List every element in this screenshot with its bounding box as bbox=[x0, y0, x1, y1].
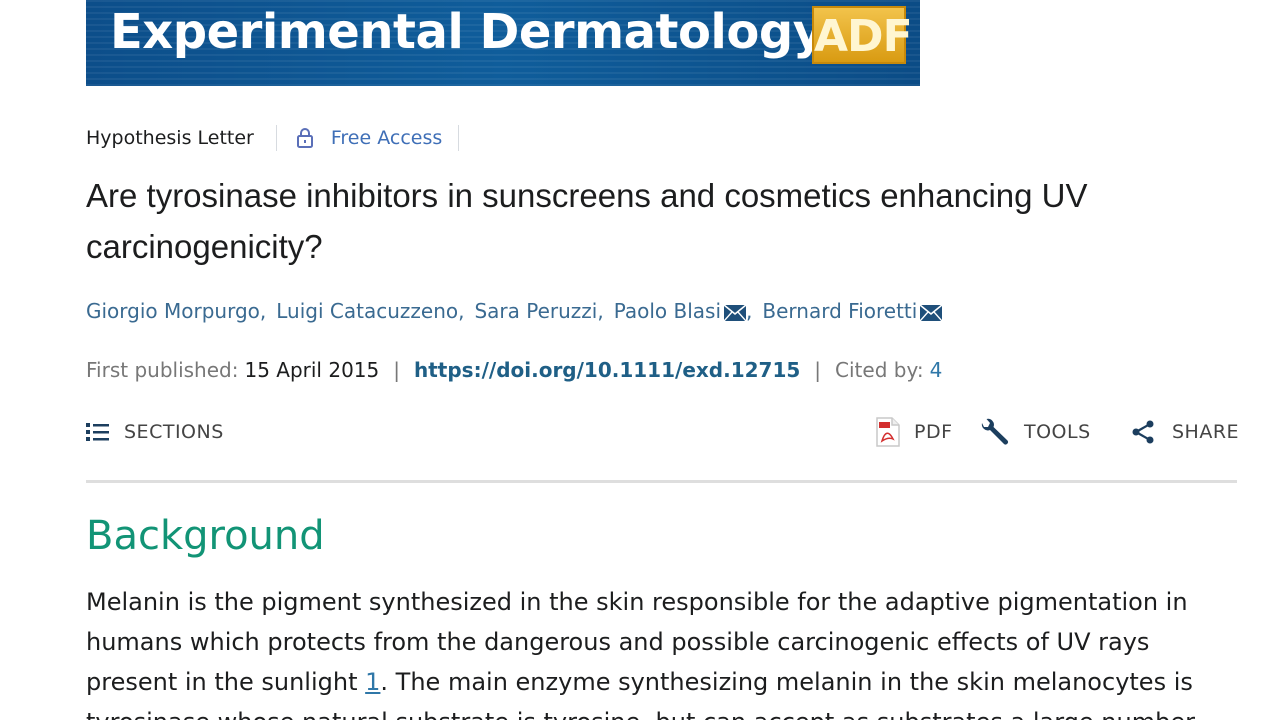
journal-banner[interactable]: Experimental Dermatology ADF bbox=[86, 0, 920, 86]
journal-name: Experimental Dermatology bbox=[110, 4, 824, 60]
email-icon[interactable] bbox=[724, 305, 747, 321]
list-icon bbox=[86, 423, 109, 441]
author-separator: , bbox=[746, 299, 753, 323]
cited-by-label: Cited by: bbox=[835, 358, 924, 382]
author-link[interactable]: Paolo Blasi bbox=[614, 299, 747, 323]
author-link[interactable]: Luigi Catacuzzeno bbox=[276, 299, 458, 323]
share-icon bbox=[1132, 420, 1154, 444]
toolbar-divider bbox=[86, 480, 1237, 483]
email-icon[interactable] bbox=[920, 305, 943, 321]
author-separator: , bbox=[259, 299, 267, 323]
doi-link[interactable]: https://doi.org/10.1111/exd.12715 bbox=[414, 358, 800, 382]
body-paragraph: Melanin is the pigment synthesized in th… bbox=[86, 582, 1236, 720]
author-list: Giorgio Morpurgo, Luigi Catacuzzeno, Sar… bbox=[86, 296, 943, 326]
author-link[interactable]: Giorgio Morpurgo bbox=[86, 299, 260, 323]
article-meta-row: Hypothesis Letter Free Access bbox=[86, 124, 460, 152]
pipe-separator: | bbox=[814, 358, 822, 382]
author-name[interactable]: Paolo Blasi bbox=[614, 299, 721, 323]
tools-button[interactable]: TOOLS bbox=[978, 414, 1091, 450]
publication-info: First published: 15 April 2015 | https:/… bbox=[86, 355, 942, 385]
cited-by-count[interactable]: 4 bbox=[930, 358, 943, 382]
reference-link[interactable]: 1 bbox=[365, 668, 380, 696]
article-type: Hypothesis Letter bbox=[86, 127, 254, 149]
article-toolbar: SECTIONS PDF TOOLS SHARE bbox=[86, 414, 1239, 450]
sections-button[interactable]: SECTIONS bbox=[86, 414, 224, 450]
meta-divider bbox=[458, 125, 460, 151]
pdf-button[interactable]: PDF bbox=[876, 414, 953, 450]
pipe-separator: | bbox=[393, 358, 400, 382]
free-access-label: Free Access bbox=[330, 127, 443, 149]
first-published-label: First published: bbox=[86, 358, 239, 382]
first-published-date: 15 April 2015 bbox=[244, 358, 380, 382]
unlock-icon bbox=[296, 128, 313, 148]
meta-divider bbox=[275, 125, 277, 151]
share-button[interactable]: SHARE bbox=[1130, 414, 1239, 450]
author-name[interactable]: Bernard Fioretti bbox=[762, 299, 917, 323]
article-title: Are tyrosinase inhibitors in sunscreens … bbox=[86, 177, 1088, 265]
sections-label: SECTIONS bbox=[124, 421, 224, 443]
author-separator: , bbox=[597, 299, 604, 323]
author-separator: , bbox=[458, 299, 465, 323]
author-name[interactable]: Luigi Catacuzzeno bbox=[276, 299, 458, 323]
author-link[interactable]: Bernard Fioretti bbox=[762, 299, 943, 323]
tools-label: TOOLS bbox=[1024, 421, 1091, 443]
adf-badge: ADF bbox=[812, 6, 913, 64]
pdf-label: PDF bbox=[914, 421, 953, 443]
wrench-icon bbox=[981, 418, 1008, 445]
author-name[interactable]: Sara Peruzzi bbox=[474, 299, 597, 323]
section-heading: Background bbox=[86, 513, 325, 559]
pdf-icon bbox=[876, 417, 900, 447]
author-name[interactable]: Giorgio Morpurgo bbox=[86, 299, 260, 323]
author-link[interactable]: Sara Peruzzi bbox=[474, 299, 597, 323]
share-label: SHARE bbox=[1172, 421, 1240, 443]
